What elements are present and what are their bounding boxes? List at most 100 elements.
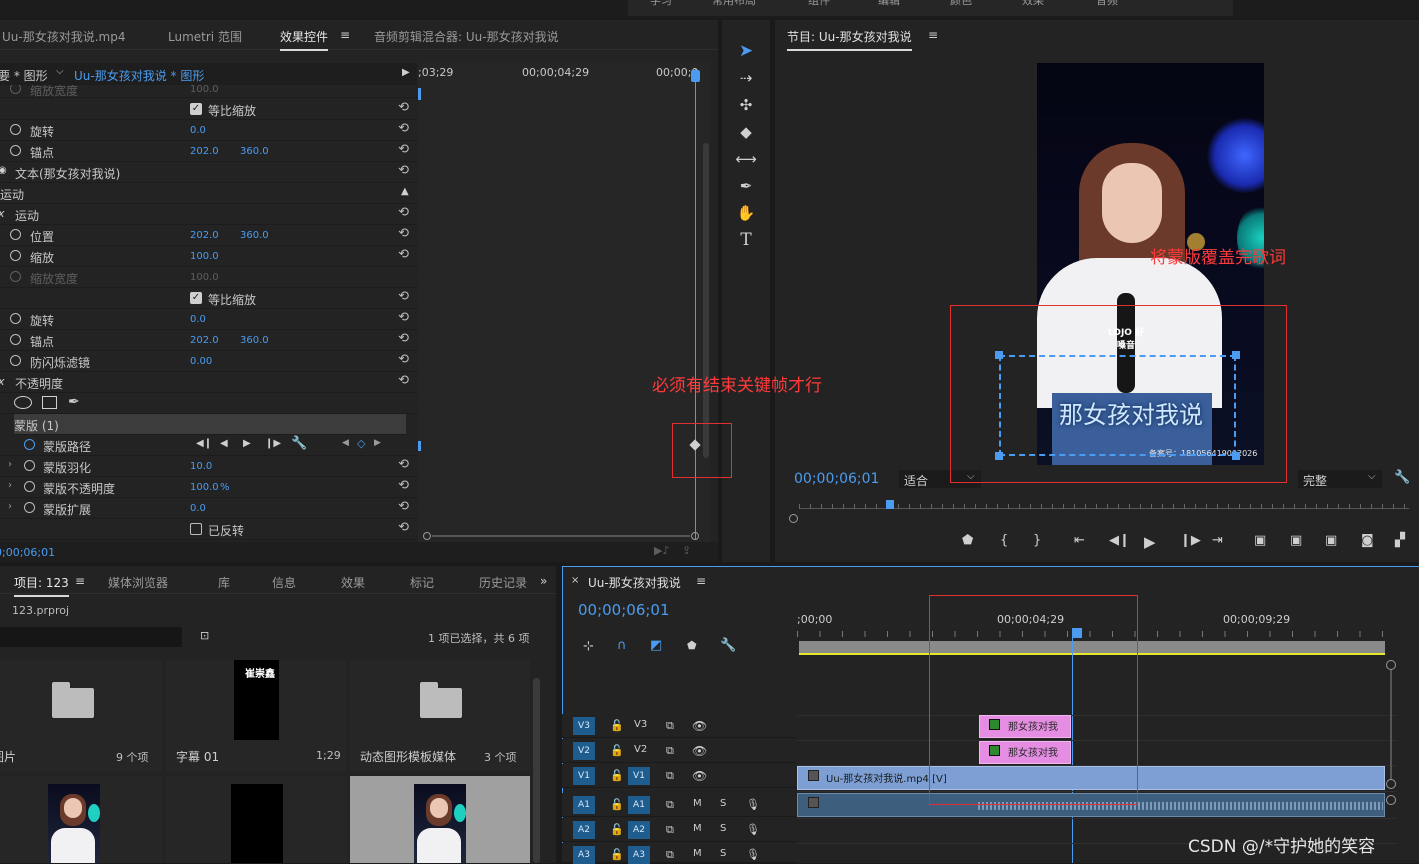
- ellipse-mask-icon[interactable]: [14, 396, 32, 409]
- eye-icon[interactable]: ◉: [0, 165, 7, 176]
- source-patch-v2[interactable]: V2: [573, 742, 595, 760]
- track-name-a1[interactable]: A1: [628, 796, 650, 814]
- close-icon[interactable]: ×: [571, 575, 579, 586]
- tab-history[interactable]: 历史记录: [479, 574, 527, 591]
- panel-menu-icon[interactable]: ≡: [696, 574, 706, 588]
- vector-motion-row[interactable]: 矢量运动 ▲: [0, 183, 417, 204]
- uniform-scale-checkbox[interactable]: ✓: [190, 103, 202, 115]
- prev-keyframe-icon[interactable]: ◀: [342, 438, 349, 448]
- add-marker-icon[interactable]: ⬟: [687, 639, 697, 652]
- track-select-tool-icon[interactable]: ⇢: [735, 67, 757, 89]
- menu-effects[interactable]: 效果: [1022, 0, 1044, 8]
- tab-project[interactable]: 项目: 123: [14, 574, 69, 597]
- quality-dropdown[interactable]: 完整 ⌵: [1298, 470, 1382, 488]
- eye-icon[interactable]: 👁: [692, 744, 707, 758]
- reset-icon[interactable]: ⟲: [398, 478, 409, 493]
- timeline-timecode[interactable]: 00;00;06;01: [578, 601, 670, 619]
- mark-in-icon[interactable]: {: [1000, 533, 1008, 548]
- sync-lock-icon[interactable]: ⧉: [666, 848, 674, 862]
- play-only-icon[interactable]: ▶: [402, 67, 410, 78]
- stopwatch-icon[interactable]: [10, 124, 21, 135]
- reset-icon[interactable]: ⟲: [398, 499, 409, 514]
- mic-icon[interactable]: 🎙: [746, 798, 760, 811]
- program-monitor-title[interactable]: 节目: Uu-那女孩对我说: [787, 28, 912, 51]
- mute-button[interactable]: M: [693, 823, 702, 834]
- slip-tool-icon[interactable]: ⟷: [735, 148, 757, 170]
- fx-icon[interactable]: x: [0, 207, 5, 220]
- chevron-right-icon[interactable]: ›: [8, 501, 12, 512]
- search-input[interactable]: [0, 627, 182, 647]
- razor-tool-icon[interactable]: ◆: [735, 121, 757, 143]
- menu-audio[interactable]: 音频: [1096, 0, 1118, 8]
- go-to-in-icon[interactable]: ⇤: [1074, 533, 1085, 548]
- mic-icon[interactable]: 🎙: [746, 848, 760, 861]
- button-editor-icon[interactable]: ▞: [1395, 533, 1405, 548]
- menu-edit[interactable]: 编辑: [878, 0, 900, 8]
- breadcrumb-clip[interactable]: Uu-那女孩对我说 * 图形: [74, 67, 204, 84]
- nest-icon[interactable]: ⊹: [583, 639, 594, 654]
- marker-icon[interactable]: ⬟: [962, 533, 973, 548]
- step-forward-icon[interactable]: ❙▶: [1180, 533, 1201, 548]
- lock-icon[interactable]: 🔓: [610, 798, 624, 811]
- track-back-one-icon[interactable]: ◀: [220, 438, 228, 449]
- source-patch-a2[interactable]: A2: [573, 821, 595, 839]
- eye-icon[interactable]: 👁: [692, 769, 707, 783]
- reset-icon[interactable]: ⟲: [398, 457, 409, 472]
- stopwatch-icon[interactable]: [24, 460, 35, 471]
- camera-icon[interactable]: ◙: [1361, 533, 1374, 548]
- new-bin-icon[interactable]: ⊡: [200, 629, 209, 642]
- tab-lumetri[interactable]: Lumetri 范围: [168, 28, 242, 45]
- reset-icon[interactable]: ⟲: [398, 163, 409, 178]
- monitor-scrubber[interactable]: [789, 498, 1409, 523]
- reset-icon[interactable]: ⟲: [398, 352, 409, 367]
- vertical-scrollbar[interactable]: [703, 143, 709, 458]
- zoom-handle[interactable]: [1386, 660, 1396, 670]
- type-tool-icon[interactable]: T: [735, 229, 757, 251]
- hand-tool-icon[interactable]: ✋: [735, 202, 757, 224]
- project-item-video-selected[interactable]: [350, 776, 530, 863]
- project-item-folder[interactable]: 动态图形模板媒体 3 个项: [350, 660, 530, 772]
- tab-effects[interactable]: 效果: [341, 574, 365, 591]
- track-name-a2[interactable]: A2: [628, 821, 650, 839]
- project-item-folder[interactable]: 图片 9 个项: [0, 660, 163, 772]
- zoom-handle[interactable]: [1386, 779, 1396, 789]
- tab-menu-icon[interactable]: ≡: [340, 28, 350, 42]
- stopwatch-icon[interactable]: [10, 355, 21, 366]
- tab-media-browser[interactable]: 媒体浏览器: [108, 574, 168, 591]
- fx-icon[interactable]: x: [0, 375, 5, 388]
- keyframe-start[interactable]: [418, 441, 421, 451]
- extract-icon[interactable]: ▣: [1290, 533, 1302, 548]
- tab-info[interactable]: 信息: [272, 574, 296, 591]
- mask-header-row[interactable]: 蒙版 (1): [14, 414, 406, 435]
- reset-icon[interactable]: ⟲: [398, 373, 409, 388]
- tab-markers[interactable]: 标记: [410, 574, 434, 591]
- motion-row[interactable]: x 运动 ⟲: [0, 204, 417, 225]
- sequence-title[interactable]: Uu-那女孩对我说: [588, 574, 681, 591]
- reset-icon[interactable]: ⟲: [398, 520, 409, 535]
- source-patch-a3[interactable]: A3: [573, 846, 595, 864]
- reset-icon[interactable]: ⟲: [398, 205, 409, 220]
- mark-out-icon[interactable]: }: [1033, 533, 1041, 548]
- compare-icon[interactable]: ▣: [1325, 533, 1337, 548]
- sync-lock-icon[interactable]: ⧉: [666, 719, 674, 733]
- pen-tool-icon[interactable]: ✒: [735, 175, 757, 197]
- horizontal-scrollbar[interactable]: [420, 530, 705, 542]
- track-name-v1[interactable]: V1: [628, 767, 650, 785]
- stopwatch-icon[interactable]: [10, 145, 21, 156]
- selection-tool-icon[interactable]: ➤: [735, 40, 757, 62]
- step-back-icon[interactable]: ◀❙: [1109, 533, 1130, 548]
- play-audio-icon[interactable]: ▶♪: [654, 544, 669, 557]
- export-icon[interactable]: ⇪: [682, 544, 691, 557]
- tab-source[interactable]: Uu-那女孩对我说.mp4: [2, 28, 125, 45]
- wrench-icon[interactable]: 🔧: [291, 436, 307, 451]
- lock-icon[interactable]: 🔓: [610, 744, 624, 757]
- lock-icon[interactable]: 🔓: [610, 769, 624, 782]
- reset-icon[interactable]: ⟲: [398, 226, 409, 241]
- scrubber-start[interactable]: [789, 514, 798, 523]
- panel-menu-icon[interactable]: ≡: [75, 574, 85, 588]
- next-keyframe-icon[interactable]: ▶: [374, 438, 381, 448]
- sync-lock-icon[interactable]: ⧉: [666, 798, 674, 812]
- more-tabs-icon[interactable]: »: [540, 574, 547, 588]
- effect-timeline[interactable]: ;03;29 00;00;04;29 00;00;0: [418, 63, 710, 543]
- source-patch-a1[interactable]: A1: [573, 796, 595, 814]
